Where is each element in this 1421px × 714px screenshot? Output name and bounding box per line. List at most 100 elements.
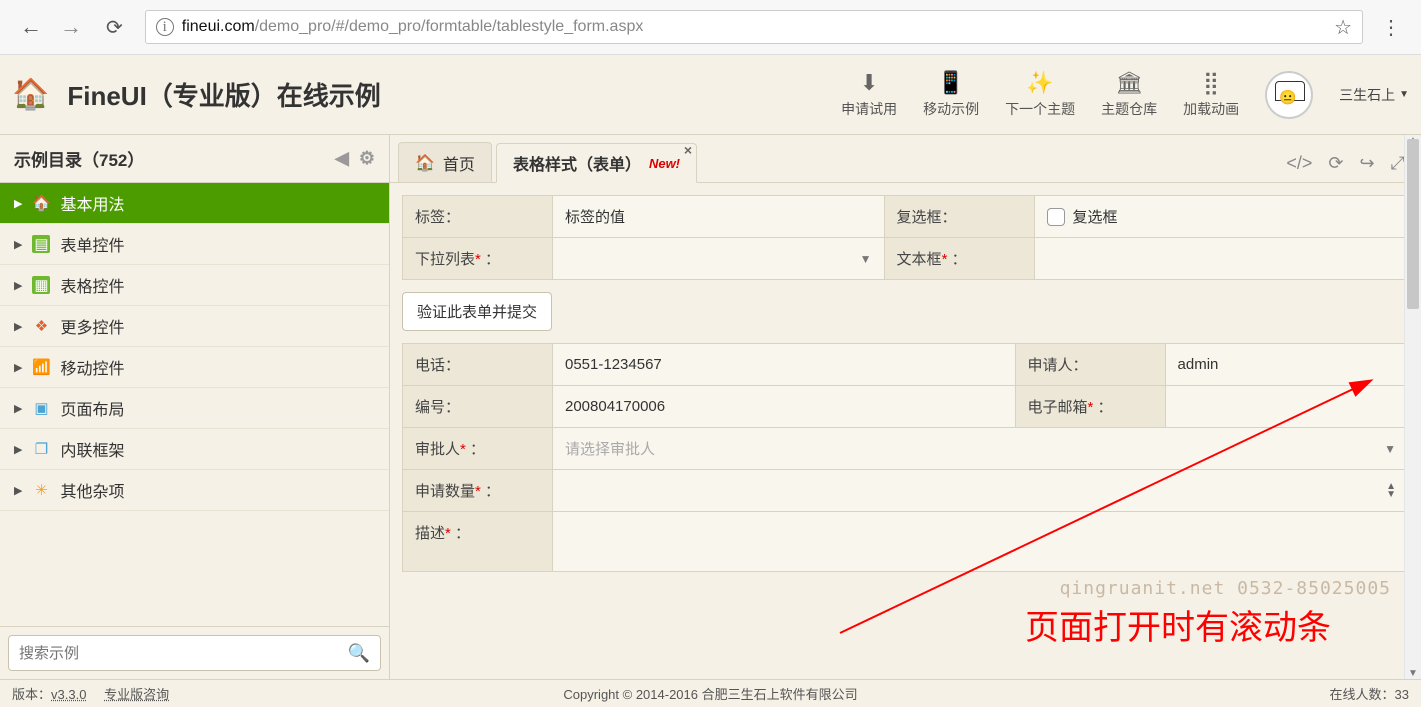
sidebar-item-icon: ▣ [32, 399, 50, 417]
sidebar-search[interactable]: 🔍 [8, 635, 381, 671]
refresh-icon[interactable]: ⟳ [1328, 153, 1343, 174]
share-icon[interactable]: ↪ [1360, 153, 1375, 174]
main-area: 🏠 首页 表格样式（表单） New! × </> ⟳ ↪ ⤢ 标签： 标签的值 [390, 135, 1421, 679]
label-phone: 电话： [403, 344, 553, 386]
tool-theme-store[interactable]: 🏛主题仓库 [1101, 71, 1157, 119]
close-tab-icon[interactable]: × [684, 142, 692, 158]
app-title: FineUI（专业版）在线示例 [67, 76, 380, 113]
tab-home[interactable]: 🏠 首页 [398, 142, 492, 182]
copyright-text: Copyright © 2014-2016 合肥三生石上软件有限公司 [563, 684, 857, 703]
textbox-field[interactable] [1034, 238, 1408, 280]
sidebar-item-label: 表单控件 [60, 232, 124, 256]
value-tag: 标签的值 [553, 196, 885, 238]
label-applicant: 申请人： [1015, 344, 1165, 386]
spinner-icon[interactable]: ▲▼ [1386, 483, 1396, 499]
sidebar-item-4[interactable]: ▶📶移动控件 [0, 347, 389, 388]
footer-bar: 版本：v3.3.0 专业版咨询 Copyright © 2014-2016 合肥… [0, 679, 1421, 707]
search-icon[interactable]: 🔍 [348, 643, 370, 664]
version-link[interactable]: v3.3.0 [51, 687, 86, 702]
sidebar-header: 示例目录（752） ◀ ⚙ [0, 135, 389, 183]
forward-button[interactable]: → [60, 14, 82, 40]
dropdown-field[interactable]: ▼ [553, 238, 885, 280]
qty-field[interactable]: ▲▼ [553, 470, 1409, 512]
site-info-icon[interactable]: i [156, 18, 174, 36]
sidebar-item-icon: 🏠 [32, 194, 50, 212]
label-id: 编号： [403, 386, 553, 428]
consult-link[interactable]: 专业版咨询 [104, 687, 169, 702]
address-bar[interactable]: i fineui.com/demo_pro/#/demo_pro/formtab… [145, 10, 1363, 44]
email-field[interactable] [1165, 386, 1408, 428]
label-qty: 申请数量* ： [403, 470, 553, 512]
user-menu[interactable]: 三生石上▼ [1339, 85, 1409, 105]
sidebar-list: ▶🏠基本用法▶▤表单控件▶▦表格控件▶❖更多控件▶📶移动控件▶▣页面布局▶❐内联… [0, 183, 389, 626]
bookmark-icon[interactable]: ☆ [1334, 15, 1352, 40]
desc-field[interactable] [553, 512, 1409, 572]
value-id: 200804170006 [553, 386, 1016, 428]
checkbox-icon[interactable] [1047, 208, 1065, 226]
chevron-down-icon: ▼ [860, 252, 872, 266]
sidebar-item-icon: ❐ [32, 440, 50, 458]
gear-icon[interactable]: ⚙ [359, 148, 375, 169]
approver-dropdown[interactable]: 请选择审批人▼ [553, 428, 1409, 470]
vertical-scrollbar[interactable]: ▲ ▼ [1404, 135, 1421, 679]
browser-toolbar: ← → ⟳ i fineui.com/demo_pro/#/demo_pro/f… [0, 0, 1421, 55]
label-tag: 标签： [403, 196, 553, 238]
sidebar: 示例目录（752） ◀ ⚙ ▶ 🏠 基本用法 ▶▤表单控件▶▦表格控件 ▶ ❖ 更多控件 ▶📶… [0, 135, 390, 679]
chevron-down-icon: ▼ [1399, 89, 1409, 100]
new-badge: New! [649, 156, 680, 171]
sidebar-item-3[interactable]: ▶ ❖ 更多控件 [0, 306, 389, 347]
value-phone: 0551-1234567 [553, 344, 1016, 386]
app-header: 🏠 FineUI（专业版）在线示例 ⬇申请试用 📱移动示例 ✨下一个主题 🏛主题… [0, 55, 1421, 135]
sidebar-item-6[interactable]: ▶❐内联框架 [0, 429, 389, 470]
avatar[interactable] [1265, 71, 1313, 119]
sidebar-item-0[interactable]: ▶ 🏠 基本用法 [0, 183, 389, 224]
caret-right-icon: ▶ [14, 443, 22, 456]
label-desc: 描述* ： [403, 512, 553, 572]
sidebar-item-label: 基本用法 [60, 191, 124, 215]
watermark-text: qingruanit.net 0532-85025005 [1060, 578, 1391, 599]
url-host: fineui.com [182, 18, 255, 36]
sidebar-item-1[interactable]: ▶▤表单控件 [0, 224, 389, 265]
sidebar-item-2[interactable]: ▶▦表格控件 [0, 265, 389, 306]
sidebar-item-label: 更多控件 [60, 314, 124, 338]
caret-right-icon: ▶ [14, 361, 22, 374]
sidebar-item-5[interactable]: ▶▣页面布局 [0, 388, 389, 429]
form-table-1: 标签： 标签的值 复选框： 复选框 下拉列表* ： ▼ 文本框* ： [402, 195, 1409, 280]
tool-apply-trial[interactable]: ⬇申请试用 [841, 71, 897, 119]
tool-mobile-demo[interactable]: 📱移动示例 [923, 71, 979, 119]
scrollbar-thumb[interactable] [1407, 139, 1419, 309]
bank-icon: 🏛 [1115, 71, 1143, 95]
caret-right-icon: ▶ [14, 320, 22, 333]
download-icon: ⬇ [860, 71, 878, 95]
source-icon[interactable]: </> [1286, 153, 1312, 174]
wand-icon: ✨ [1026, 71, 1053, 95]
collapse-icon[interactable]: ◀ [335, 148, 349, 169]
reload-button[interactable]: ⟳ [92, 15, 137, 40]
tool-loading-anim[interactable]: ⣿加载动画 [1183, 71, 1239, 119]
chevron-down-icon: ▼ [1384, 442, 1396, 456]
label-approver: 审批人* ： [403, 428, 553, 470]
form-table-2: 电话： 0551-1234567 申请人： admin 编号： 20080417… [402, 343, 1409, 572]
home-icon[interactable]: 🏠 [12, 77, 49, 112]
search-input[interactable] [19, 645, 348, 662]
sidebar-item-7[interactable]: ▶✳其他杂项 [0, 470, 389, 511]
home-small-icon: 🏠 [415, 153, 435, 173]
sidebar-item-icon: ❖ [32, 317, 50, 335]
tool-next-theme[interactable]: ✨下一个主题 [1005, 71, 1075, 119]
content-panel: 标签： 标签的值 复选框： 复选框 下拉列表* ： ▼ 文本框* ： 验证此表单… [390, 183, 1421, 679]
browser-menu-icon[interactable]: ⋮ [1371, 15, 1411, 40]
expand-icon[interactable]: ⤢ [1391, 153, 1405, 174]
back-button[interactable]: ← [20, 14, 42, 40]
tabs-bar: 🏠 首页 表格样式（表单） New! × </> ⟳ ↪ ⤢ [390, 135, 1421, 183]
caret-right-icon: ▶ [14, 197, 22, 210]
label-textbox: 文本框* ： [884, 238, 1034, 280]
checkbox-cell[interactable]: 复选框 [1034, 196, 1408, 238]
sidebar-item-label: 其他杂项 [60, 478, 124, 502]
sidebar-item-icon: ▦ [32, 276, 50, 294]
annotation-text: 页面打开时有滚动条 [1025, 600, 1331, 649]
value-applicant: admin [1165, 344, 1408, 386]
caret-right-icon: ▶ [14, 238, 22, 251]
sidebar-item-label: 移动控件 [60, 355, 124, 379]
submit-button[interactable]: 验证此表单并提交 [402, 292, 552, 331]
tab-current[interactable]: 表格样式（表单） New! × [496, 143, 697, 183]
